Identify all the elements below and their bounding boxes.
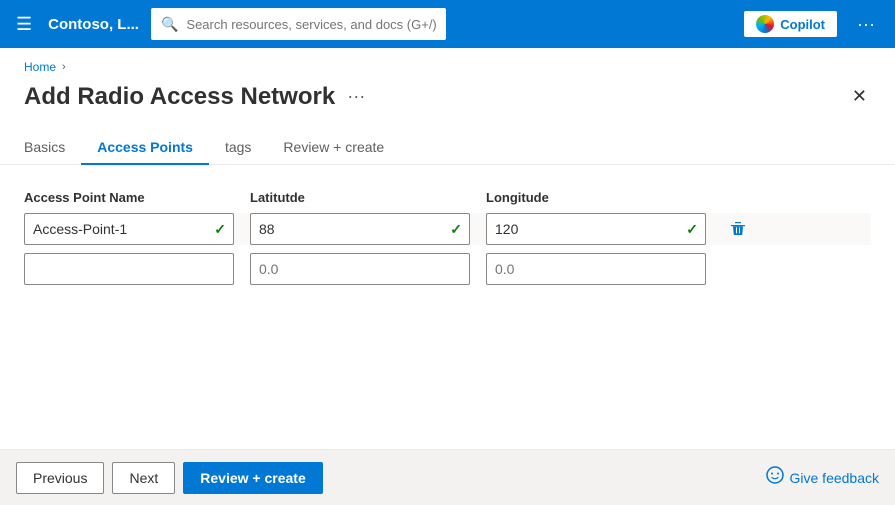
give-feedback-label: Give feedback [790,470,880,486]
row2-lon-wrap [486,253,706,285]
row1-lat-check-icon: ✓ [450,221,462,238]
form-content: Access Point Name Latitutde Longitude ✓ … [0,165,895,317]
review-create-button[interactable]: Review + create [183,462,322,494]
page-header: Add Radio Access Network ··· ✕ [0,78,895,111]
previous-button[interactable]: Previous [16,462,104,494]
tab-review-create[interactable]: Review + create [267,131,400,165]
row1-lon-check-icon: ✓ [686,221,698,238]
page-more-icon[interactable]: ··· [347,86,365,107]
feedback-icon [766,466,784,489]
search-bar[interactable]: 🔍 [151,8,446,40]
row1-lon-input[interactable] [486,213,706,245]
breadcrumb: Home › [0,48,895,78]
hamburger-icon[interactable]: ☰ [12,10,36,39]
more-options-icon[interactable]: ··· [849,10,883,39]
table-row [24,253,871,285]
row2-lat-input[interactable] [250,253,470,285]
next-button[interactable]: Next [112,462,175,494]
copilot-label: Copilot [780,17,825,32]
topbar: ☰ Contoso, L... 🔍 Copilot ··· [0,0,895,48]
give-feedback-button[interactable]: Give feedback [766,466,880,489]
tenant-name: Contoso, L... [48,16,139,33]
breadcrumb-separator: › [62,61,66,73]
tab-tags[interactable]: tags [209,131,267,165]
row2-lat-wrap [250,253,470,285]
main-content: Home › Add Radio Access Network ··· ✕ Ba… [0,48,895,505]
row1-name-check-icon: ✓ [214,221,226,238]
row2-name-input[interactable] [24,253,234,285]
feedback-svg-icon [766,466,784,484]
col-lat-label: Latitutde [250,190,305,205]
copilot-button[interactable]: Copilot [744,11,837,37]
row1-delete-button[interactable] [722,213,754,245]
row1-lon-wrap: ✓ [486,213,706,245]
table-row: ✓ ✓ ✓ [24,213,871,245]
search-input[interactable] [186,17,435,32]
tabs: Basics Access Points tags Review + creat… [0,111,895,165]
row1-lat-input[interactable] [250,213,470,245]
col-lon-label: Longitude [486,190,549,205]
close-icon[interactable]: ✕ [848,82,871,111]
tab-basics[interactable]: Basics [24,131,81,165]
row2-name-wrap [24,253,234,285]
search-icon: 🔍 [161,16,178,33]
tab-access-points[interactable]: Access Points [81,131,209,165]
breadcrumb-home[interactable]: Home [24,60,56,74]
delete-icon [730,221,746,237]
row1-lat-wrap: ✓ [250,213,470,245]
form-table-header: Access Point Name Latitutde Longitude [24,189,871,205]
page-title: Add Radio Access Network [24,83,335,111]
copilot-icon [756,15,774,33]
col-name-label: Access Point Name [24,190,145,205]
row1-name-input[interactable] [24,213,234,245]
row1-name-wrap: ✓ [24,213,234,245]
row2-lon-input[interactable] [486,253,706,285]
footer: Previous Next Review + create Give feedb… [0,449,895,505]
